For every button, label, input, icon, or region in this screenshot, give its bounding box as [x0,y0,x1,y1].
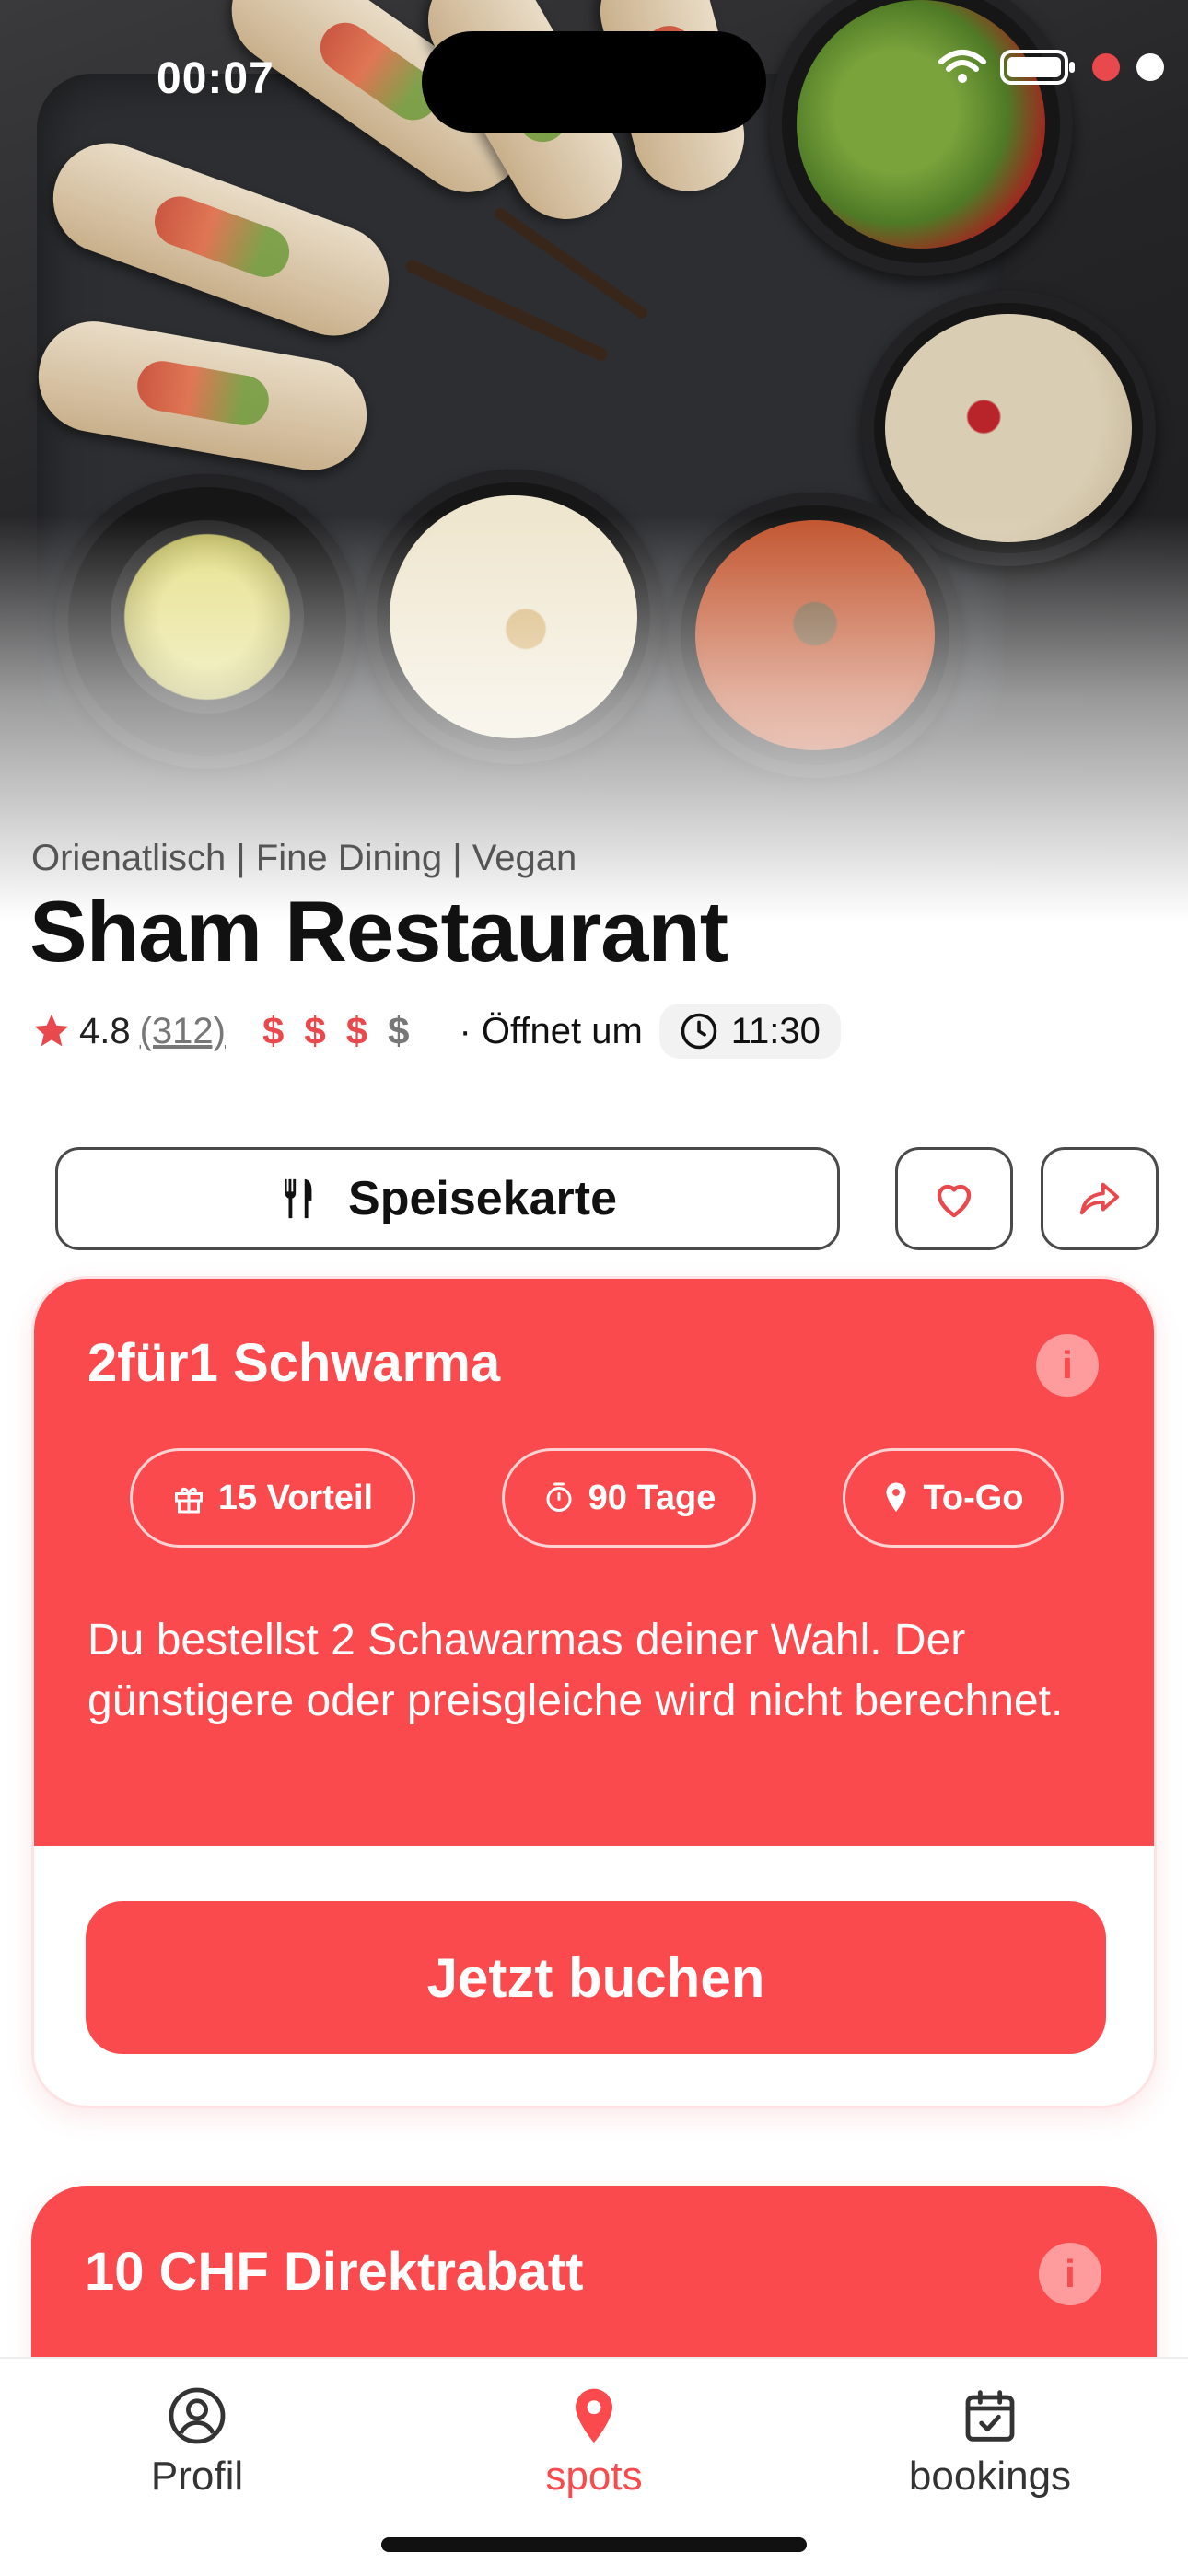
price-symbol: $ [262,1009,285,1052]
nav-label: spots [545,2454,643,2499]
menu-button-label: Speisekarte [348,1172,617,1225]
price-symbol: $ [304,1009,326,1052]
offer-card-header: 2für1 Schwarma i 15 Vorteil 90 Tage To-G… [34,1279,1154,1846]
opening-time-chip: 11:30 [658,1004,841,1059]
status-time: 00:07 [157,54,274,103]
nav-label: Profil [150,2454,244,2499]
reviews-count-link[interactable]: (312) [140,1011,226,1052]
info-button[interactable]: i [1039,2243,1101,2305]
rating-value: 4.8 [79,1010,131,1051]
nav-item-spots[interactable]: spots [474,2386,714,2500]
restaurant-categories: Orienatlisch | Fine Dining | Vegan [31,838,577,878]
wifi-icon [938,50,986,83]
benefit-chip-label: 15 Vorteil [217,1478,374,1517]
duration-chip-label: 90 Tage [588,1478,716,1517]
cutlery-icon [285,1178,312,1219]
camera-indicator-icon [1136,53,1164,81]
nav-item-bookings[interactable]: bookings [870,2386,1110,2500]
share-button[interactable] [1041,1147,1159,1250]
favorite-button[interactable] [895,1147,1013,1250]
offer-title: 10 CHF Direktrabatt [85,2242,584,2302]
star-icon [34,1014,69,1047]
menu-button[interactable]: Speisekarte [55,1147,840,1250]
book-now-button[interactable]: Jetzt buchen [86,1901,1106,2054]
info-button[interactable]: i [1036,1334,1099,1397]
restaurant-meta-row: 4.8 (312) $ $ $ $ · Öffnet um 11:30 [31,994,841,1068]
dynamic-island [422,31,766,133]
nav-label: bookings [908,2454,1072,2499]
offer-chips: 15 Vorteil 90 Tage To-Go [34,1448,1154,1549]
timer-icon [546,1482,572,1512]
home-indicator [381,2537,807,2552]
clock-icon [681,1013,717,1050]
price-symbol: $ [345,1009,368,1052]
opening-time: 11:30 [730,1010,821,1051]
price-level: $ $ $ $ [262,1009,429,1053]
location-pin-icon [576,2388,612,2443]
duration-chip: 90 Tage [502,1448,756,1548]
price-symbol: $ [388,1009,410,1052]
benefit-chip: 15 Vorteil [130,1448,415,1548]
share-icon [1079,1182,1120,1215]
togo-chip: To-Go [843,1448,1064,1548]
user-circle-icon [169,2387,226,2444]
nav-item-profil[interactable]: Profil [77,2386,317,2500]
offer-description: Du bestellst 2 Schawarmas deiner Wahl. D… [87,1616,1064,1725]
status-icons [938,48,1166,87]
offer-card: 2für1 Schwarma i 15 Vorteil 90 Tage To-G… [31,1276,1157,2108]
battery-icon [1000,50,1075,85]
gift-icon [174,1487,203,1514]
hero-food-image [0,0,1188,921]
togo-chip-label: To-Go [923,1478,1024,1517]
restaurant-name: Sham Restaurant [29,883,728,980]
offer-title: 2für1 Schwarma [87,1333,501,1393]
location-pin-icon [886,1482,906,1512]
opens-label: · Öffnet um [459,1010,643,1051]
calendar-check-icon [965,2390,1015,2442]
recording-indicator-icon [1092,53,1120,81]
heart-icon [937,1184,972,1218]
